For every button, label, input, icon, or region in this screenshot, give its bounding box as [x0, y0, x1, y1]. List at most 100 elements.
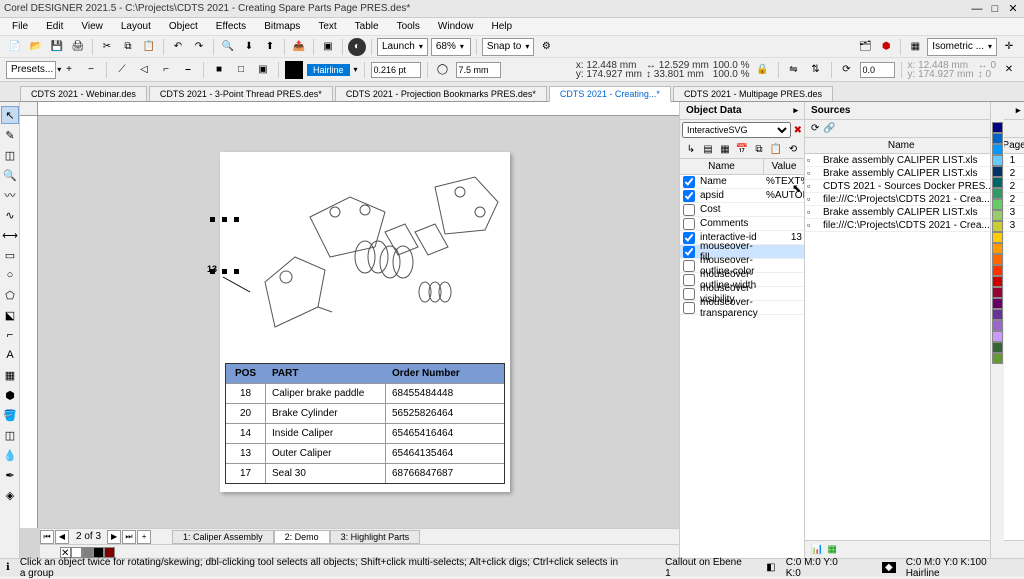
menu-effects[interactable]: Effects	[208, 20, 254, 33]
fill-indicator-icon[interactable]: ◧	[766, 562, 775, 573]
sources-add-icon[interactable]: 📊	[811, 544, 823, 555]
od-icon-2[interactable]: ▤	[701, 142, 715, 156]
doc-tab-3[interactable]: CDTS 2021 - Creating...*	[549, 86, 671, 102]
palette-swatch[interactable]	[992, 232, 1003, 243]
paste-icon[interactable]: 📋	[140, 38, 158, 56]
palette-swatch[interactable]	[992, 144, 1003, 155]
line-end-icon[interactable]: ◁	[135, 61, 153, 79]
new-icon[interactable]: 📄	[6, 38, 24, 56]
projected-tool-icon[interactable]: ⬢	[1, 386, 19, 404]
doc-tab-4[interactable]: CDTS 2021 - Multipage PRES.des	[673, 86, 833, 101]
od-checkbox[interactable]	[683, 288, 695, 300]
contrast-icon[interactable]: ◐	[348, 38, 366, 56]
palette-swatch[interactable]	[992, 353, 1003, 364]
menu-table[interactable]: Table	[347, 20, 387, 33]
clear-transform-icon[interactable]: ✕	[1000, 61, 1018, 79]
palette-swatch[interactable]	[992, 155, 1003, 166]
page-tab-1[interactable]: 1: Caliper Assembly	[172, 530, 274, 544]
outline-icon[interactable]: □	[232, 61, 250, 79]
undo-icon[interactable]: ↶	[169, 38, 187, 56]
crop-tool-icon[interactable]: ◫	[1, 146, 19, 164]
line-style-icon[interactable]: ⟋	[113, 61, 131, 79]
interactive-tool-icon[interactable]: ◈	[1, 486, 19, 504]
horizontal-ruler[interactable]	[38, 102, 679, 116]
text-tool-icon[interactable]: A	[1, 346, 19, 364]
both-icon[interactable]: ▣	[254, 61, 272, 79]
zoom-tool-icon[interactable]: 🔍	[1, 166, 19, 184]
palette-swatch[interactable]	[992, 243, 1003, 254]
menu-text[interactable]: Text	[310, 20, 344, 33]
outline-width-input[interactable]	[371, 62, 421, 78]
menu-window[interactable]: Window	[430, 20, 482, 33]
object-data-row[interactable]: Name%TEXT%	[680, 175, 804, 189]
palette-swatch[interactable]	[992, 331, 1003, 342]
od-checkbox[interactable]	[683, 190, 695, 202]
prev-page-button[interactable]: ◀	[55, 530, 69, 544]
presets-dropdown[interactable]: Presets...	[6, 61, 56, 79]
od-checkbox[interactable]	[683, 246, 695, 258]
zoom-dropdown[interactable]: 68%	[431, 38, 471, 56]
publish-icon[interactable]: 📤	[290, 38, 308, 56]
options-icon[interactable]: 🗂	[856, 38, 874, 56]
mirror-v-icon[interactable]: ⇅	[807, 61, 825, 79]
palette-swatch[interactable]	[992, 298, 1003, 309]
sources-refresh-icon[interactable]: ⟳	[811, 123, 819, 134]
launch-dropdown[interactable]: Launch	[377, 38, 428, 56]
last-page-button[interactable]: ⏭	[122, 530, 136, 544]
palette-swatch[interactable]	[992, 188, 1003, 199]
first-page-button[interactable]: ⏮	[40, 530, 54, 544]
axis-icon[interactable]: ✛	[1000, 38, 1018, 56]
cap-icon[interactable]: ⎯	[179, 61, 197, 79]
od-checkbox[interactable]	[683, 302, 695, 314]
pick-tool-icon[interactable]: ↖	[1, 106, 19, 124]
mirror-h-icon[interactable]: ⇋	[785, 61, 803, 79]
minimize-button[interactable]: —	[970, 3, 984, 15]
rotation-input[interactable]	[860, 62, 895, 78]
palette-swatch[interactable]	[992, 342, 1003, 353]
object-data-row[interactable]: apsid%AUTOID%	[680, 189, 804, 203]
palette-swatch[interactable]	[992, 265, 1003, 276]
corner-icon[interactable]: ⌐	[157, 61, 175, 79]
add-page-button[interactable]: +	[137, 530, 151, 544]
palette-swatch[interactable]	[992, 210, 1003, 221]
maximize-button[interactable]: □	[988, 3, 1002, 15]
page-tab-3[interactable]: 3: Highlight Parts	[330, 530, 421, 544]
grid-icon[interactable]: ▦	[906, 38, 924, 56]
palette-swatch[interactable]	[992, 166, 1003, 177]
palette-swatch[interactable]	[992, 309, 1003, 320]
3d-icon[interactable]: ⬢	[877, 38, 895, 56]
palette-swatch[interactable]	[992, 287, 1003, 298]
object-data-row[interactable]: Cost	[680, 203, 804, 217]
fullscreen-icon[interactable]: ▣	[319, 38, 337, 56]
od-checkbox[interactable]	[683, 218, 695, 230]
curve-tool-icon[interactable]: ∿	[1, 206, 19, 224]
doc-tab-1[interactable]: CDTS 2021 - 3-Point Thread PRES.des*	[149, 86, 333, 101]
freehand-tool-icon[interactable]: 〰	[1, 186, 19, 204]
menu-edit[interactable]: Edit	[38, 20, 71, 33]
palette-swatch[interactable]	[992, 276, 1003, 287]
od-grid-icon[interactable]: ▦	[718, 142, 732, 156]
palette-swatch[interactable]	[992, 320, 1003, 331]
palette-swatch[interactable]	[992, 254, 1003, 265]
od-checkbox[interactable]	[683, 176, 695, 188]
menu-bitmaps[interactable]: Bitmaps	[256, 20, 308, 33]
page-tab-2[interactable]: 2: Demo	[274, 530, 330, 544]
export-icon[interactable]: ⬆	[261, 38, 279, 56]
halo-icon[interactable]: ◯	[434, 61, 452, 79]
ellipse-tool-icon[interactable]: ○	[1, 266, 19, 284]
od-copy-icon[interactable]: ⧉	[752, 142, 766, 156]
object-data-row[interactable]: Comments	[680, 217, 804, 231]
canvas[interactable]: 13 POS PART Order Number 18Caliper brake…	[20, 102, 679, 558]
lock-ratio-icon[interactable]: 🔒	[754, 61, 772, 79]
menu-tools[interactable]: Tools	[389, 20, 428, 33]
dimension-tool-icon[interactable]: ⟷	[1, 226, 19, 244]
add-preset-icon[interactable]: +	[60, 61, 78, 79]
print-icon[interactable]: 🖨	[69, 38, 87, 56]
open-icon[interactable]: 📂	[27, 38, 45, 56]
od-sync-icon[interactable]: ⟲	[786, 142, 800, 156]
docker-close-icon[interactable]: ▸	[793, 105, 798, 116]
solid-icon[interactable]: ■	[210, 61, 228, 79]
fill-tool-icon[interactable]: 🪣	[1, 406, 19, 424]
rectangle-tool-icon[interactable]: ▭	[1, 246, 19, 264]
eyedropper-tool-icon[interactable]: 💧	[1, 446, 19, 464]
